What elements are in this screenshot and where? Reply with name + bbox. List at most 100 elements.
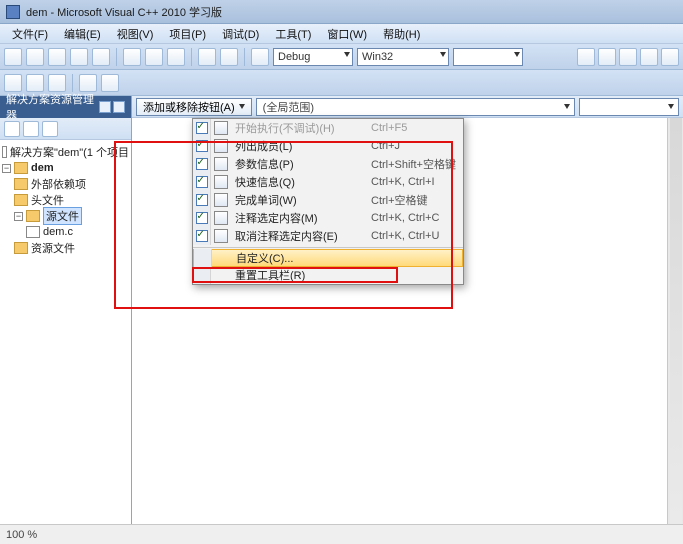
ext1-btn[interactable] xyxy=(577,48,595,66)
check-icon xyxy=(196,122,208,134)
chevron-down-icon xyxy=(564,104,570,109)
refresh-btn[interactable] xyxy=(42,121,58,137)
tb2-5[interactable] xyxy=(101,74,119,92)
menu-edit[interactable]: 编辑(E) xyxy=(56,24,109,44)
menubar: 文件(F) 编辑(E) 视图(V) 项目(P) 调试(D) 工具(T) 窗口(W… xyxy=(0,24,683,44)
ext3-btn[interactable] xyxy=(619,48,637,66)
tree-resource[interactable]: 资源文件 xyxy=(2,240,129,256)
uncomment-icon xyxy=(214,229,228,243)
project-tree: 解决方案"dem"(1 个项目 −dem 外部依赖项 头文件 −源文件 dem.… xyxy=(0,140,131,524)
menu-debug[interactable]: 调试(D) xyxy=(214,24,267,44)
main-area: 添加或移除按钮(A) (全局范围) 开始执行(不调试)(H) Ctrl+F5 列… xyxy=(132,96,683,524)
add-remove-buttons[interactable]: 添加或移除按钮(A) xyxy=(136,98,252,116)
dd-start-nodebug[interactable]: 开始执行(不调试)(H) Ctrl+F5 xyxy=(193,119,463,137)
body: 解决方案资源管理器 解决方案"dem"(1 个项目 −dem 外部依赖项 头文件… xyxy=(0,96,683,524)
zoom-level: 100 % xyxy=(6,529,37,541)
quickinfo-icon xyxy=(214,175,228,189)
extra-combo[interactable] xyxy=(453,48,523,66)
member-combo[interactable] xyxy=(579,98,679,116)
sidebar-dropdown-btn[interactable] xyxy=(99,101,111,113)
add-item-btn[interactable] xyxy=(26,48,44,66)
nav-row: 添加或移除按钮(A) (全局范围) xyxy=(132,96,683,118)
config-combo[interactable]: Debug xyxy=(273,48,353,66)
tree-file-demc[interactable]: dem.c xyxy=(2,224,129,240)
dd-quick-info[interactable]: 快速信息(Q) Ctrl+K, Ctrl+I xyxy=(193,173,463,191)
folder-icon xyxy=(14,242,28,254)
undo-btn[interactable] xyxy=(198,48,216,66)
c-file-icon xyxy=(26,226,40,238)
new-project-btn[interactable] xyxy=(4,48,22,66)
tree-headers[interactable]: 头文件 xyxy=(2,192,129,208)
solution-icon xyxy=(2,146,7,158)
menu-tools[interactable]: 工具(T) xyxy=(267,24,319,44)
run-icon xyxy=(214,121,228,135)
dd-comment-sel[interactable]: 注释选定内容(M) Ctrl+K, Ctrl+C xyxy=(193,209,463,227)
solution-explorer: 解决方案资源管理器 解决方案"dem"(1 个项目 −dem 外部依赖项 头文件… xyxy=(0,96,132,524)
ext2-btn[interactable] xyxy=(598,48,616,66)
menu-separator xyxy=(193,247,463,248)
showall-btn[interactable] xyxy=(23,121,39,137)
right-tool-icons xyxy=(577,48,679,66)
platform-combo[interactable]: Win32 xyxy=(357,48,449,66)
menu-help[interactable]: 帮助(H) xyxy=(375,24,428,44)
tree-extdeps[interactable]: 外部依赖项 xyxy=(2,176,129,192)
collapse-icon[interactable]: − xyxy=(14,212,23,221)
cut-btn[interactable] xyxy=(123,48,141,66)
dd-list-members[interactable]: 列出成员(L) Ctrl+J xyxy=(193,137,463,155)
tb2-2[interactable] xyxy=(26,74,44,92)
app-window: dem - Microsoft Visual C++ 2010 学习版 文件(F… xyxy=(0,0,683,524)
copy-btn[interactable] xyxy=(145,48,163,66)
tb2-3[interactable] xyxy=(48,74,66,92)
check-icon xyxy=(196,194,208,206)
sep xyxy=(191,48,192,66)
tb2-1[interactable] xyxy=(4,74,22,92)
folder-icon xyxy=(14,178,28,190)
tree-project[interactable]: −dem xyxy=(2,160,129,176)
save-btn[interactable] xyxy=(70,48,88,66)
dd-customize[interactable]: 自定义(C)... xyxy=(193,249,463,267)
folder-icon xyxy=(26,210,40,222)
start-btn[interactable] xyxy=(251,48,269,66)
menu-view[interactable]: 视图(V) xyxy=(109,24,162,44)
vertical-scrollbar[interactable] xyxy=(667,118,683,524)
open-btn[interactable] xyxy=(48,48,66,66)
chevron-down-icon xyxy=(514,52,520,57)
dd-uncomment-sel[interactable]: 取消注释选定内容(E) Ctrl+K, Ctrl+U xyxy=(193,227,463,245)
menu-file[interactable]: 文件(F) xyxy=(4,24,56,44)
app-icon xyxy=(6,5,20,19)
param-icon xyxy=(214,157,228,171)
platform-value: Win32 xyxy=(362,51,393,63)
sidebar-toolbar xyxy=(0,118,131,140)
chevron-down-icon xyxy=(344,52,350,57)
status-bar: 100 % xyxy=(0,524,683,544)
dd-param-info[interactable]: 参数信息(P) Ctrl+Shift+空格键 xyxy=(193,155,463,173)
sep xyxy=(116,48,117,66)
ext5-btn[interactable] xyxy=(661,48,679,66)
save-all-btn[interactable] xyxy=(92,48,110,66)
scope-combo[interactable]: (全局范围) xyxy=(256,98,575,116)
folder-icon xyxy=(14,194,28,206)
tree-source[interactable]: −源文件 xyxy=(2,208,129,224)
title-text: dem - Microsoft Visual C++ 2010 学习版 xyxy=(26,4,222,20)
props-btn[interactable] xyxy=(4,121,20,137)
chevron-down-icon xyxy=(239,104,245,109)
members-icon xyxy=(214,139,228,153)
config-value: Debug xyxy=(278,51,310,63)
toolbar-customize-menu: 开始执行(不调试)(H) Ctrl+F5 列出成员(L) Ctrl+J 参数信息… xyxy=(192,118,464,285)
collapse-icon[interactable]: − xyxy=(2,164,11,173)
dd-complete-word[interactable]: 完成单词(W) Ctrl+空格键 xyxy=(193,191,463,209)
paste-btn[interactable] xyxy=(167,48,185,66)
tb2-4[interactable] xyxy=(79,74,97,92)
complete-icon xyxy=(214,193,228,207)
menu-window[interactable]: 窗口(W) xyxy=(319,24,375,44)
dd-reset-toolbar[interactable]: 重置工具栏(R) xyxy=(193,266,463,284)
ext4-btn[interactable] xyxy=(640,48,658,66)
menu-project[interactable]: 项目(P) xyxy=(161,24,214,44)
redo-btn[interactable] xyxy=(220,48,238,66)
tree-solution[interactable]: 解决方案"dem"(1 个项目 xyxy=(2,144,129,160)
scrollbar-thumb[interactable] xyxy=(670,118,682,524)
secondary-toolbar xyxy=(0,70,683,96)
project-icon xyxy=(14,162,28,174)
sidebar-close-btn[interactable] xyxy=(113,101,125,113)
check-icon xyxy=(196,158,208,170)
